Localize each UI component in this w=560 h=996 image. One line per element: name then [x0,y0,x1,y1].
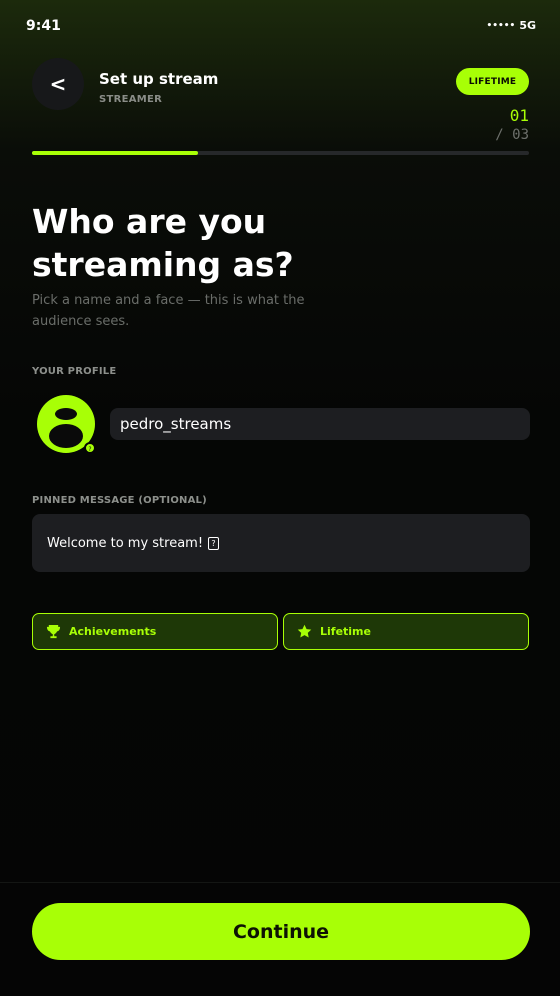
emoji-placeholder-icon: ? [208,536,220,550]
avatar-icon: ? [37,395,96,454]
achievements-chip-label: Achievements [69,625,157,638]
network-type: 5G [519,19,536,32]
progress-bar [32,151,529,155]
lifetime-chip-label: Lifetime [320,625,371,638]
subtext: Pick a name and a face — this is what th… [32,293,305,329]
step-current: 01 [509,106,529,125]
avatar[interactable]: ? [37,395,96,454]
back-chevron-icon: < [49,72,67,96]
pinned-message-field[interactable]: Welcome to my stream! ? [32,514,530,572]
page-subtitle: STREAMER [99,94,163,105]
pinned-message-text: Welcome to my stream! [47,535,204,551]
signal-strength-icon: ••••• [486,20,516,31]
back-button[interactable]: < [32,58,84,110]
achievements-chip[interactable]: Achievements [32,613,278,650]
pinned-section-label: PINNED MESSAGE (OPTIONAL) [32,495,207,506]
page-title: Set up stream [99,70,219,88]
footer-divider [0,882,560,883]
svg-text:?: ? [88,446,91,453]
status-bar: 9:41 ••••• 5G [0,0,560,52]
step-total: / 03 [495,127,529,143]
progress-fill [32,151,198,155]
trophy-icon [46,624,61,639]
status-indicators: ••••• 5G [487,19,536,32]
continue-button[interactable]: Continue [32,903,530,960]
status-time: 9:41 [26,18,61,34]
profile-section-label: YOUR PROFILE [32,366,117,377]
headline: Who are you streaming as? [32,202,294,284]
username-input[interactable] [110,408,530,440]
star-icon [297,624,312,638]
lifetime-chip[interactable]: Lifetime [283,613,529,650]
lifetime-badge: LIFETIME [456,68,529,95]
